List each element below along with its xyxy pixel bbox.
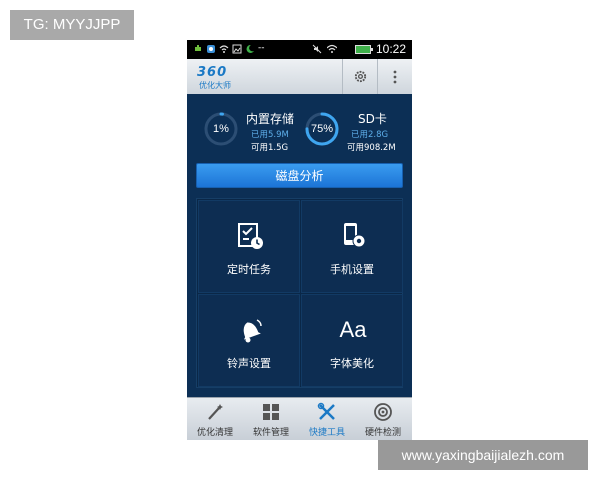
magic-wand-icon [208,404,223,420]
tile-phone-settings[interactable]: 手机设置 [301,200,403,293]
app-notify-icon [207,45,215,53]
tile-ringtone-settings-label: 铃声设置 [227,357,271,370]
tile-scheduled-task-label: 定时任务 [227,263,271,276]
wifi-icon [219,45,229,53]
bottom-tab-bar: 优化清理 软件管理 快捷工具 硬件检测 [187,397,412,440]
tile-scheduled-task[interactable]: 定时任务 [198,200,300,293]
disk-analysis-button[interactable]: 磁盘分析 [196,163,403,188]
tab-optimize-clean[interactable]: 优化清理 [187,398,243,440]
tab-quick-tools[interactable]: 快捷工具 [299,398,355,440]
tg-tag-label: TG: MYYJJPP [10,10,134,40]
app-logo: 360 [197,65,228,80]
tab-software-manage-label: 软件管理 [252,428,289,438]
status-dash: -- [258,43,265,53]
moon-icon [246,44,254,53]
tile-phone-settings-label: 手机设置 [330,263,374,276]
internal-storage-available: 可用1.5G [251,143,289,153]
tile-font-beautify-label: 字体美化 [330,357,374,370]
hardware-detect-icon [374,403,392,421]
usb-icon [195,45,201,51]
sd-storage-available: 可用908.2M [347,143,396,153]
font-icon: Aa [339,317,367,342]
sd-storage-used: 已用2.8G [351,130,389,140]
internal-storage-used: 已用5.9M [251,130,289,140]
apps-grid-icon [263,404,279,420]
tools-grid: 定时任务 手机设置 铃声设置 Aa 字体美化 [196,198,403,388]
bell-icon [243,319,262,343]
tab-software-manage[interactable]: 软件管理 [243,398,299,440]
app-header: 360 优化大师 [187,59,412,94]
settings-button[interactable] [343,59,377,94]
tile-ringtone-settings[interactable]: 铃声设置 [198,294,300,387]
more-menu-button[interactable] [378,59,412,94]
internal-storage-title: 内置存储 [246,112,295,126]
phone-settings-icon [344,223,366,248]
tab-quick-tools-label: 快捷工具 [308,428,345,438]
image-icon [232,44,242,54]
status-bar: -- 10:22 [187,40,412,59]
app-logo-subtitle: 优化大师 [199,81,231,90]
tab-hardware-detect[interactable]: 硬件检测 [355,398,411,440]
phone-screen: -- 10:22 360 优化大师 1% 内置存储 已用5.9M 可用1.5G … [187,40,412,440]
more-vertical-icon [393,70,397,84]
tools-icon [317,402,335,420]
sd-storage-percent: 75% [310,123,334,135]
scheduled-task-icon [238,223,263,249]
site-watermark: www.yaxingbaijialezh.com [378,440,588,470]
tab-optimize-clean-label: 优化清理 [196,428,233,438]
gear-icon [354,70,367,83]
storage-summary: 1% 内置存储 已用5.9M 可用1.5G 75% SD卡 已用2.8G 可用9… [187,94,412,164]
wifi-signal-icon [327,44,337,53]
tile-font-beautify[interactable]: Aa 字体美化 [301,294,403,387]
mute-icon [312,44,322,54]
battery-icon [355,45,373,54]
sd-storage-title: SD卡 [358,112,387,126]
internal-storage-percent: 1% [213,123,229,135]
status-clock: 10:22 [375,42,406,56]
tab-hardware-detect-label: 硬件检测 [364,428,401,438]
